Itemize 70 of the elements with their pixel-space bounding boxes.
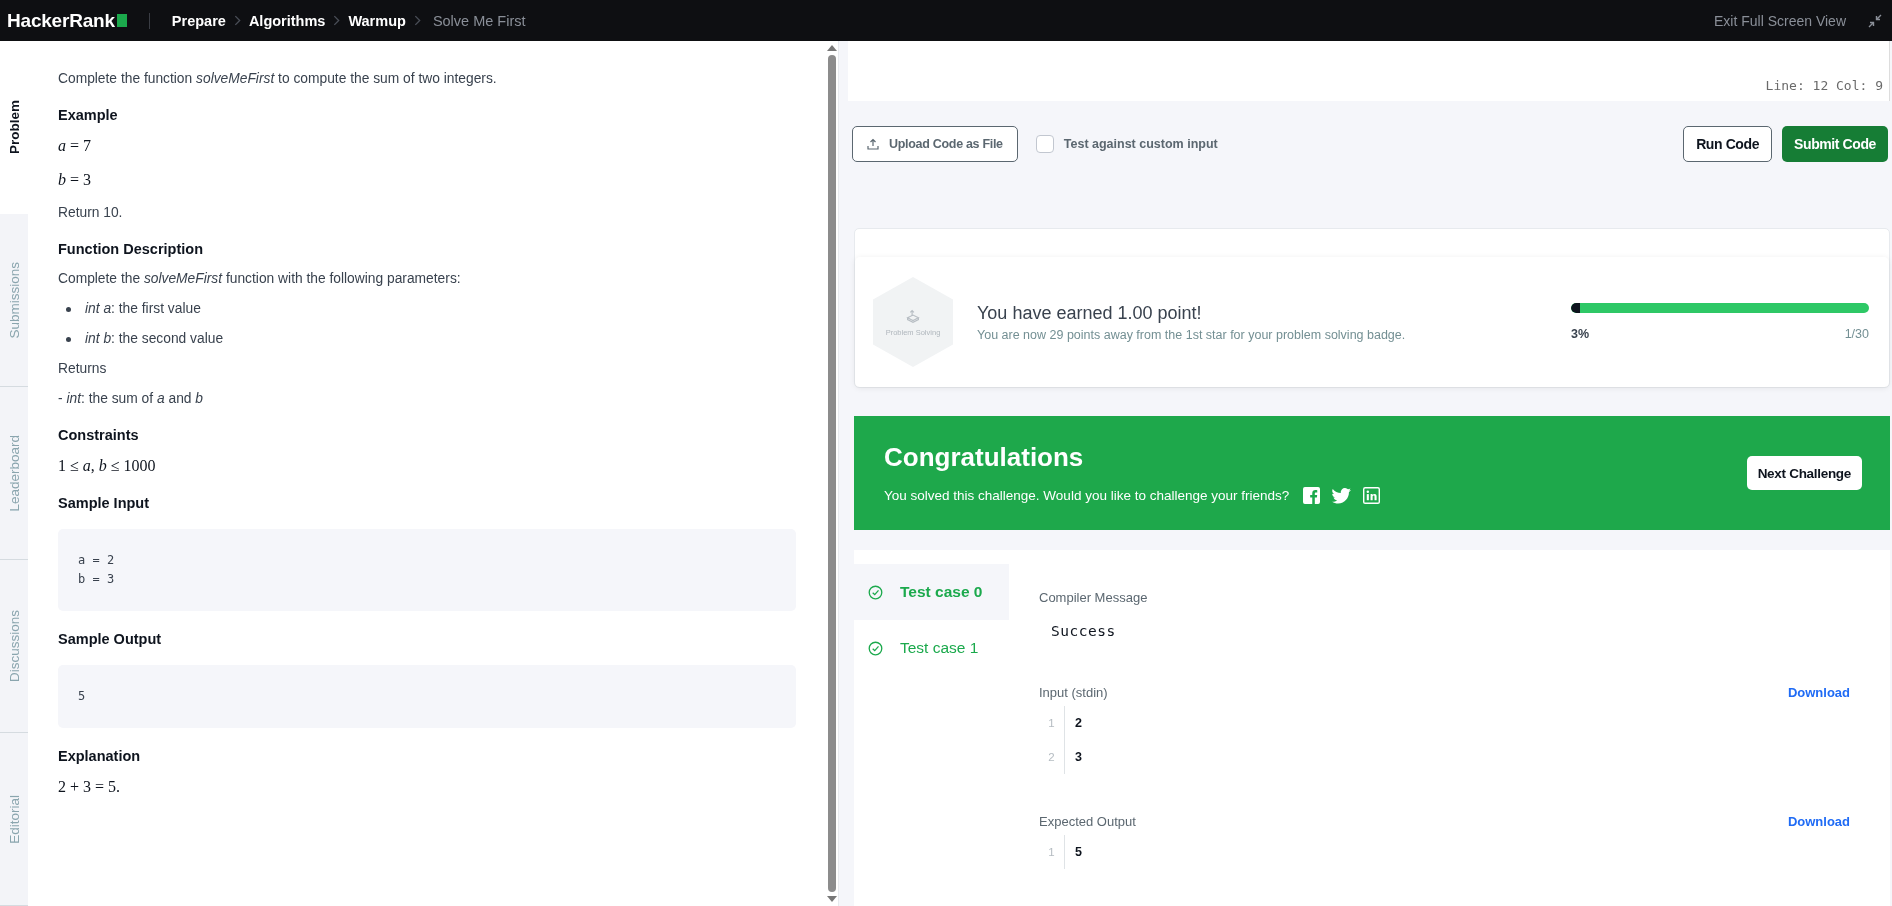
run-code-button[interactable]: Run Code [1683, 126, 1773, 162]
paragraph: Return 10. [58, 204, 124, 222]
section-heading: Explanation [58, 748, 142, 764]
bird-icon[interactable] [1332, 487, 1352, 504]
chevron-icon [333, 15, 341, 26]
collapse-icon[interactable] [1868, 13, 1882, 28]
math-expression: a = 7 [58, 136, 93, 156]
bullet-item: int a: the first value [85, 300, 201, 318]
line-number: 1 [1039, 706, 1065, 740]
breadcrumb-link[interactable]: Solve Me First [432, 12, 526, 29]
math-expression: 1 ≤ a, b ≤ 1000 [58, 456, 157, 476]
checkbox[interactable] [1035, 135, 1054, 153]
chevron-icon [413, 15, 421, 26]
math-expression: 2 + 3 = 5. [58, 777, 122, 797]
compiler-message: Success [1051, 623, 1117, 639]
section-label: Input (stdin) [1039, 685, 1108, 700]
bullet-icon [66, 336, 71, 342]
paragraph: Complete the function solveMeFirst to compute the sum of two integers. [58, 70, 498, 88]
logo[interactable]: HackerRank [7, 9, 115, 32]
section-heading: Example [58, 107, 119, 123]
points-title: You have earned 1.00 point! [977, 302, 1203, 324]
code-line: b = 3 [78, 571, 116, 588]
section-label: Expected Output [1039, 814, 1136, 829]
progress-count: 1/30 [1844, 327, 1869, 341]
breadcrumb-link[interactable]: Algorithms [248, 12, 326, 29]
line-number: 2 [1039, 740, 1065, 774]
test-case-tab[interactable]: Test case 1 [854, 620, 1009, 676]
paragraph: Complete the solveMeFirst function with the following parameters: [58, 270, 462, 288]
scroll-up-icon[interactable] [827, 45, 837, 51]
linkedin-icon[interactable] [1363, 487, 1381, 504]
checkbox-label: Test against custom input [1063, 137, 1218, 151]
code-line: 5 [78, 688, 87, 705]
points-subtitle: You are now 29 points away from the 1st star for your problem solving badge. [977, 327, 1407, 342]
paragraph: - int: the sum of a and b [58, 390, 204, 408]
section-heading: Function Description [58, 241, 204, 257]
bullet-item: int b: the second value [85, 330, 224, 348]
line-number: 1 [1039, 835, 1065, 869]
math-expression: b = 3 [58, 170, 93, 190]
upload-button[interactable]: Upload Code as File [852, 126, 1018, 162]
resize-handle[interactable] [838, 41, 848, 906]
section-heading: Sample Output [58, 631, 163, 647]
logo-square-icon [116, 14, 127, 27]
banner-title: Congratulations [884, 442, 1085, 473]
upload-icon [867, 138, 879, 150]
section-label: Compiler Message [1039, 590, 1149, 605]
exit-full-screen-link[interactable]: Exit Full Screen View [1714, 12, 1846, 29]
chevron-icon [233, 15, 241, 26]
scroll-down-icon[interactable] [827, 896, 837, 902]
banner-message: You solved this challenge. Would you like to challenge your friends? [884, 488, 1290, 503]
code-line: a = 2 [78, 552, 116, 569]
progress-percent: 3% [1571, 327, 1590, 341]
download-link[interactable]: Download [1787, 685, 1850, 700]
facebook-icon[interactable] [1303, 487, 1321, 504]
submit-code-button[interactable]: Submit Code [1782, 126, 1888, 162]
output-line: 3 [1074, 750, 1082, 764]
check-circle-icon [868, 640, 883, 656]
breadcrumb-link[interactable]: Prepare [171, 12, 226, 29]
paragraph: Returns [58, 360, 108, 378]
download-link[interactable]: Download [1787, 814, 1850, 829]
breadcrumb-link[interactable]: Warmup [348, 12, 406, 29]
code-editor[interactable]: Line: 12 Col: 9 [848, 41, 1890, 101]
section-heading: Constraints [58, 427, 140, 443]
check-circle-icon [868, 584, 883, 600]
side-tab[interactable]: Problem [0, 41, 28, 214]
next-challenge-button[interactable]: Next Challenge [1746, 456, 1862, 490]
output-line: 5 [1074, 845, 1082, 859]
bullet-icon [66, 306, 71, 312]
output-line: 2 [1074, 716, 1082, 730]
cursor-position: Line: 12 Col: 9 [1765, 78, 1883, 93]
section-heading: Sample Input [58, 495, 151, 511]
